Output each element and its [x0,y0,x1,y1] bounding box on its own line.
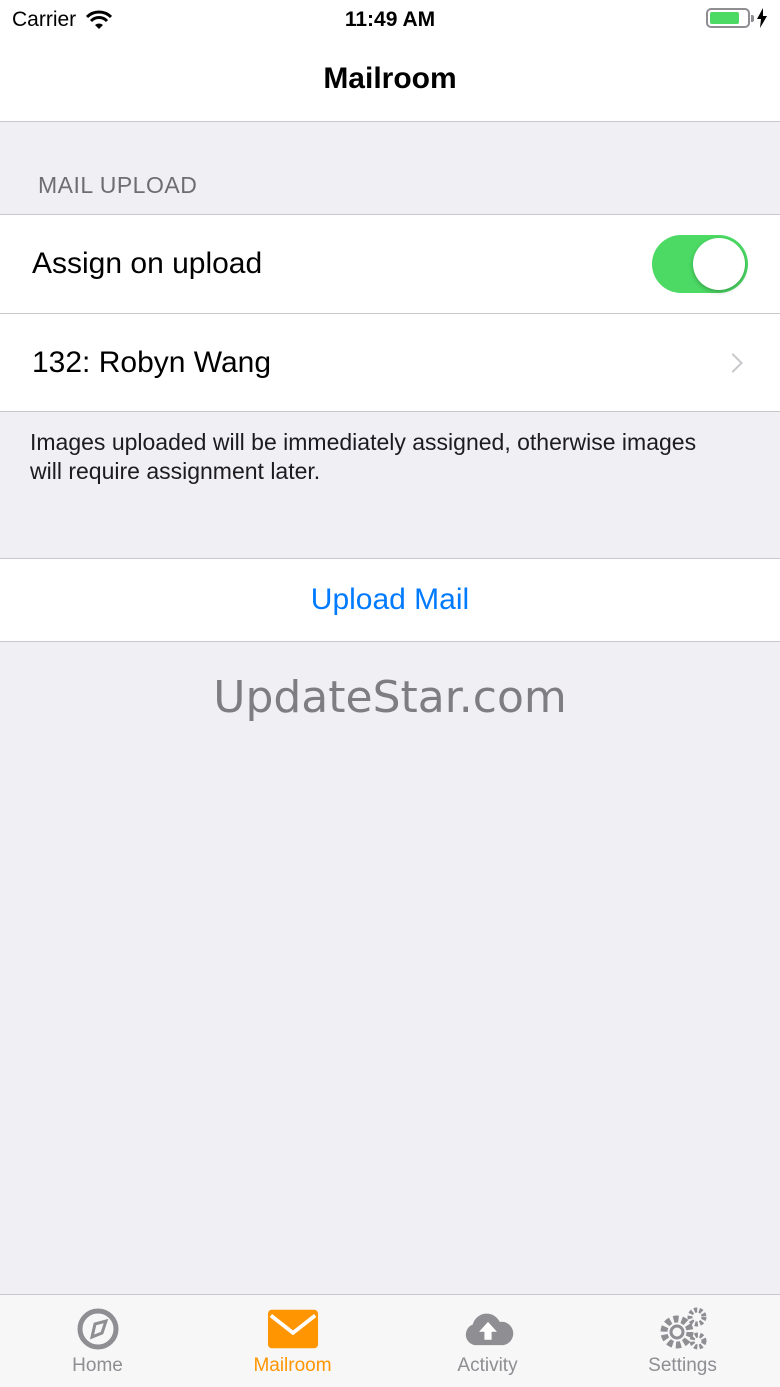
tab-bar: Home Mailroom Activity Settings [0,1294,780,1387]
status-right [706,8,768,28]
envelope-icon [267,1307,319,1351]
assign-on-upload-cell: Assign on upload [0,215,780,313]
charging-bolt-icon [757,8,767,28]
toggle-knob [693,238,745,290]
mail-upload-group: Assign on upload 132: Robyn Wang [0,214,780,412]
assign-on-upload-toggle[interactable] [652,235,748,293]
cloud-upload-icon [462,1307,514,1351]
tab-activity[interactable]: Activity [390,1295,585,1387]
battery-icon [706,8,754,28]
battery-fill [710,12,739,24]
tab-label-settings: Settings [648,1355,717,1376]
tab-settings[interactable]: Settings [585,1295,780,1387]
compass-icon [72,1307,124,1351]
page-title: Mailroom [323,62,457,95]
section-header: MAIL UPLOAD [38,172,198,198]
assignee-cell[interactable]: 132: Robyn Wang [0,313,780,411]
status-bar: Carrier 11:49 AM [0,0,780,40]
section-footer: Images uploaded will be immediately assi… [30,429,697,484]
navigation-bar: Mailroom [0,40,780,122]
upload-mail-button[interactable]: Upload Mail [0,559,780,641]
upload-group: Upload Mail [0,558,780,642]
tab-home[interactable]: Home [0,1295,195,1387]
gears-icon [657,1307,709,1351]
status-time: 11:49 AM [344,8,436,31]
assign-on-upload-label: Assign on upload [32,247,263,280]
tab-label-activity: Activity [457,1355,518,1376]
tab-label-mailroom: Mailroom [253,1355,332,1376]
assignee-label: 132: Robyn Wang [32,345,272,379]
watermark: UpdateStar.com [213,672,567,723]
chevron-right-icon [723,352,743,373]
tab-label-home: Home [72,1355,123,1376]
tab-mailroom[interactable]: Mailroom [195,1295,390,1387]
